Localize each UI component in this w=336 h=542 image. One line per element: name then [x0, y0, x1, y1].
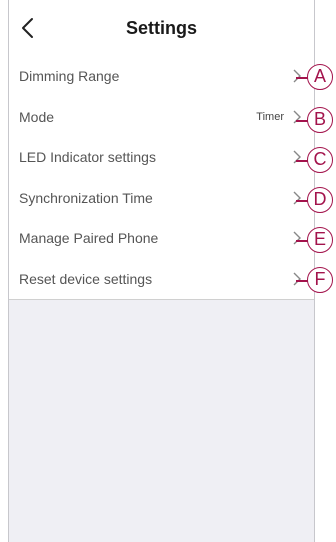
settings-row-led-indicator[interactable]: LED Indicator settings [9, 137, 314, 178]
chevron-right-icon [293, 231, 301, 245]
settings-row-label: Synchronization Time [19, 189, 153, 206]
settings-row-label: Dimming Range [19, 68, 120, 84]
settings-row-label: Manage Paired Phone [19, 230, 159, 246]
settings-row-manage-paired-phone[interactable]: Manage Paired Phone [9, 218, 314, 259]
chevron-right-icon [293, 150, 301, 164]
chevron-right-icon [293, 110, 301, 123]
settings-row-label: LED Indicator settings [19, 149, 156, 165]
settings-list: Dimming Range Mode Timer LED Indicator s… [9, 56, 314, 300]
settings-row-reset-device[interactable]: Reset device settings [9, 259, 314, 300]
settings-row-label: Reset device settings [19, 270, 153, 287]
settings-row-label: Mode [19, 108, 55, 125]
chevron-right-icon [293, 272, 301, 285]
settings-row-mode[interactable]: Mode Timer [9, 97, 314, 138]
settings-row-synchronization-time[interactable]: Synchronization Time [9, 178, 314, 219]
page-title: Settings [125, 18, 197, 38]
settings-row-dimming-range[interactable]: Dimming Range [9, 56, 314, 97]
app-header: Settings [9, 0, 314, 57]
phone-screen: Settings Dimming Range Mode Timer LED In… [8, 0, 315, 542]
chevron-right-icon [293, 69, 301, 83]
chevron-right-icon [293, 191, 301, 204]
mode-value: Timer [256, 110, 284, 123]
